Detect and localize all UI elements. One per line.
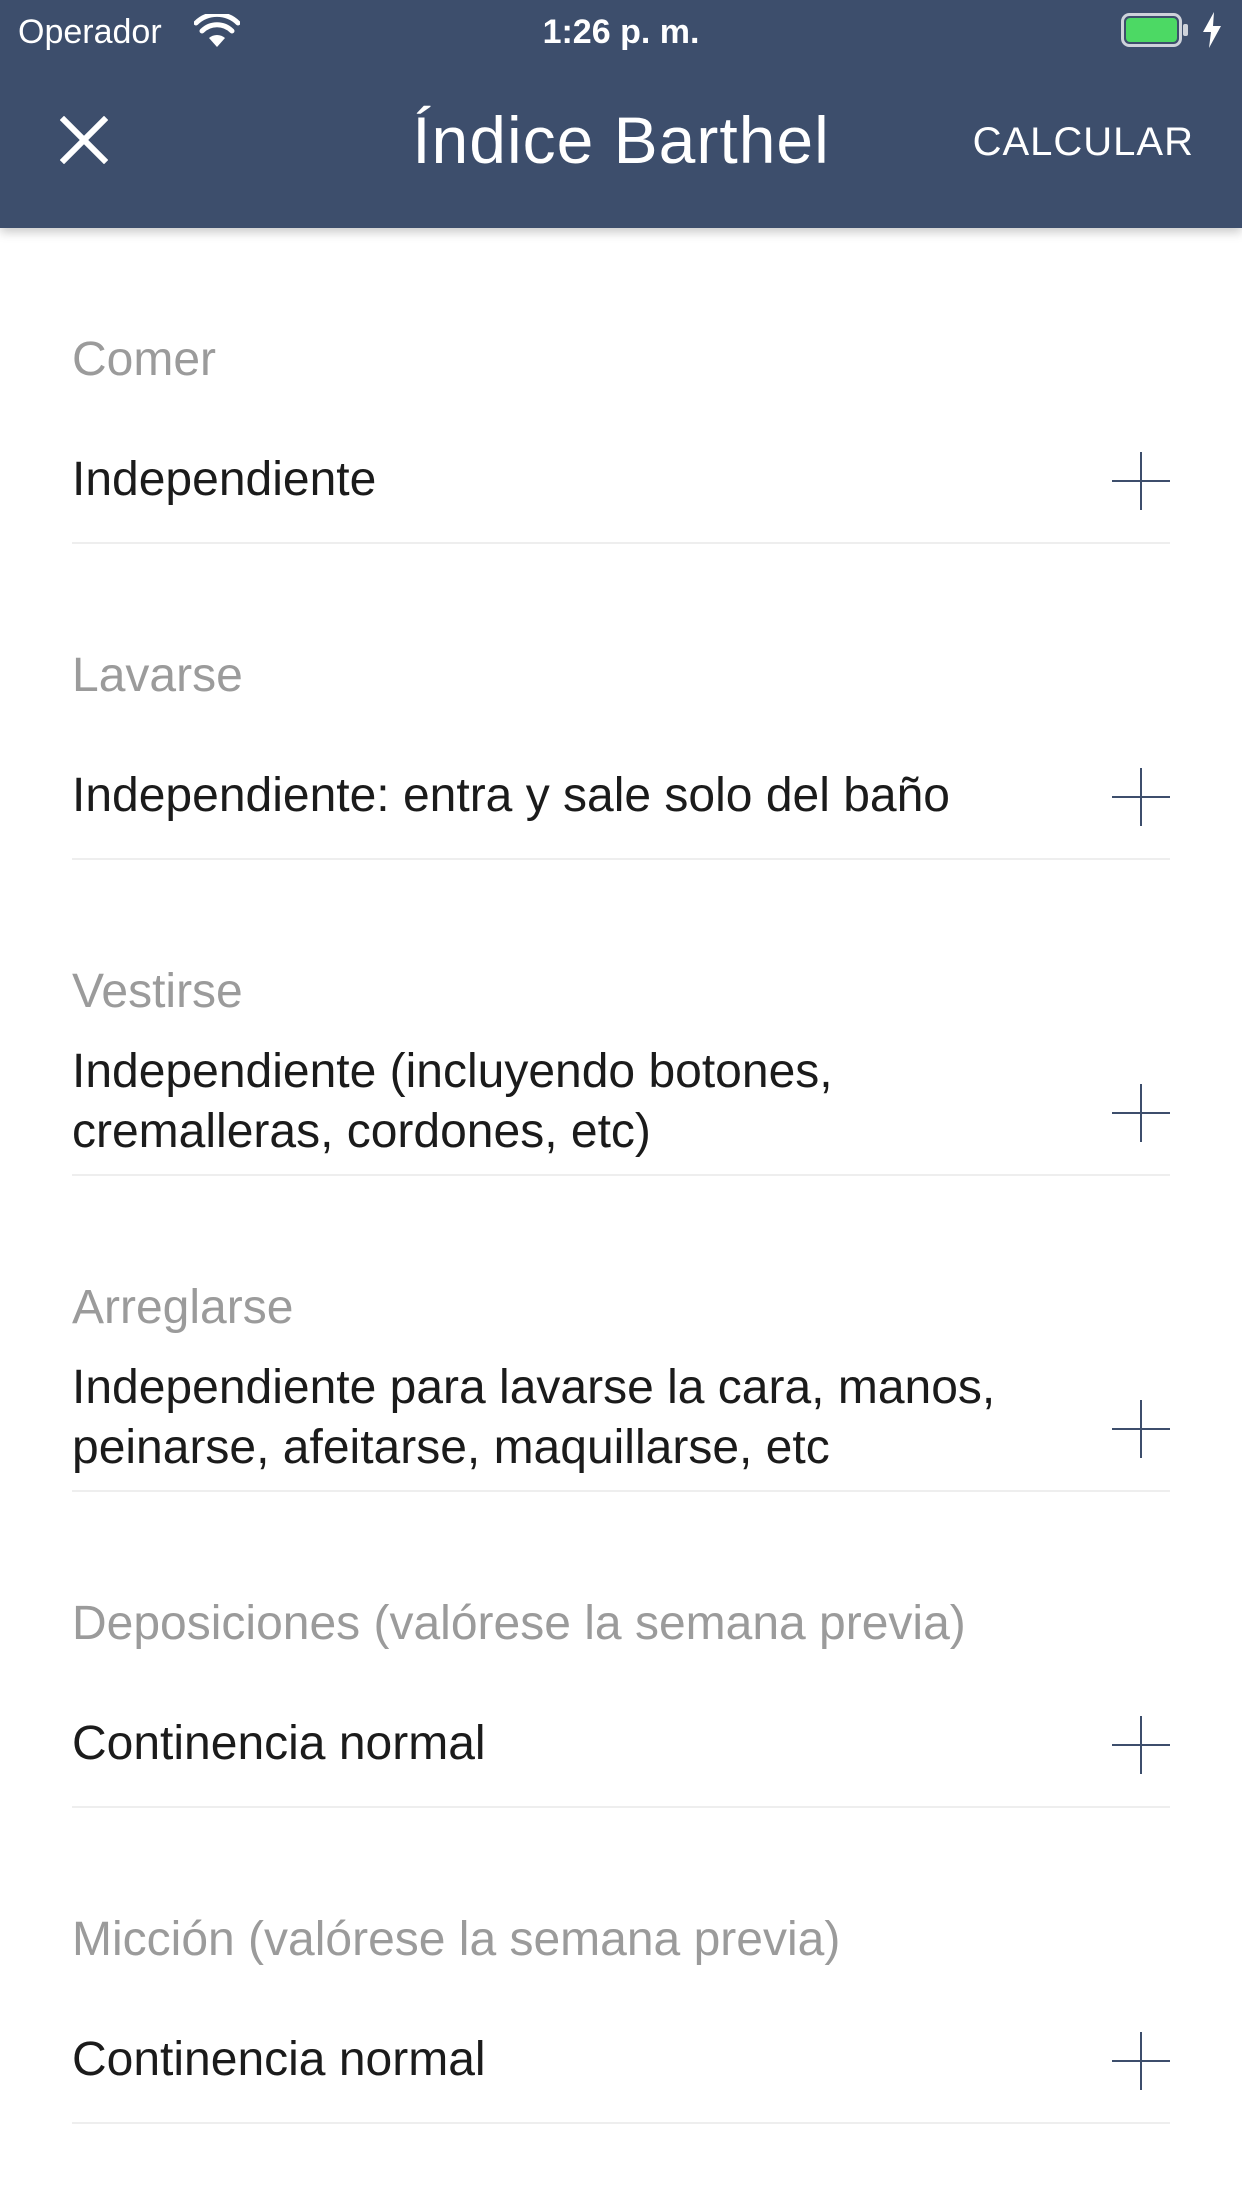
criterion-deposiciones[interactable]: Deposiciones (valórese la semana previa)… [72,1492,1170,1808]
navigation-bar: Operador 1:26 p. m. Índice Barthel CALCU… [0,0,1242,228]
plus-icon[interactable] [1112,768,1170,826]
criterion-value: Continencia normal [72,2033,486,2086]
plus-icon[interactable] [1112,1716,1170,1774]
calculate-button[interactable]: CALCULAR [973,110,1194,174]
criterion-value: Independiente (incluyendo botones, crema… [72,1045,833,1158]
plus-icon[interactable] [1112,1084,1170,1142]
criterion-label: Comer [72,333,217,386]
criterion-label: Lavarse [72,649,243,702]
criterion-lavarse[interactable]: Lavarse Independiente: entra y sale solo… [72,544,1170,860]
criterion-label: Micción (valórese la semana previa) [72,1913,841,1966]
criterion-label: Arreglarse [72,1281,294,1334]
status-bar: Operador 1:26 p. m. [0,0,1242,64]
divider [72,2122,1170,2124]
plus-icon[interactable] [1112,452,1170,510]
criterion-miccion[interactable]: Micción (valórese la semana previa) Cont… [72,1808,1170,2124]
criterion-label: Deposiciones (valórese la semana previa) [72,1597,966,1650]
charging-icon [1203,12,1221,48]
criterion-label: Vestirse [72,965,243,1018]
criterion-value: Independiente [72,453,377,506]
criterion-value: Continencia normal [72,1717,486,1770]
plus-icon[interactable] [1112,1400,1170,1458]
criterion-arreglarse[interactable]: Arreglarse Independiente para lavarse la… [72,1176,1170,1492]
plus-icon[interactable] [1112,2032,1170,2090]
criterion-value: Independiente para lavarse la cara, mano… [72,1361,996,1474]
status-time: 1:26 p. m. [542,13,700,51]
criterion-value: Independiente: entra y sale solo del bañ… [72,769,950,822]
battery-icon [1121,13,1188,47]
criterion-comer[interactable]: Comer Independiente [72,228,1170,544]
criterion-vestirse[interactable]: Vestirse Independiente (incluyendo boton… [72,860,1170,1176]
